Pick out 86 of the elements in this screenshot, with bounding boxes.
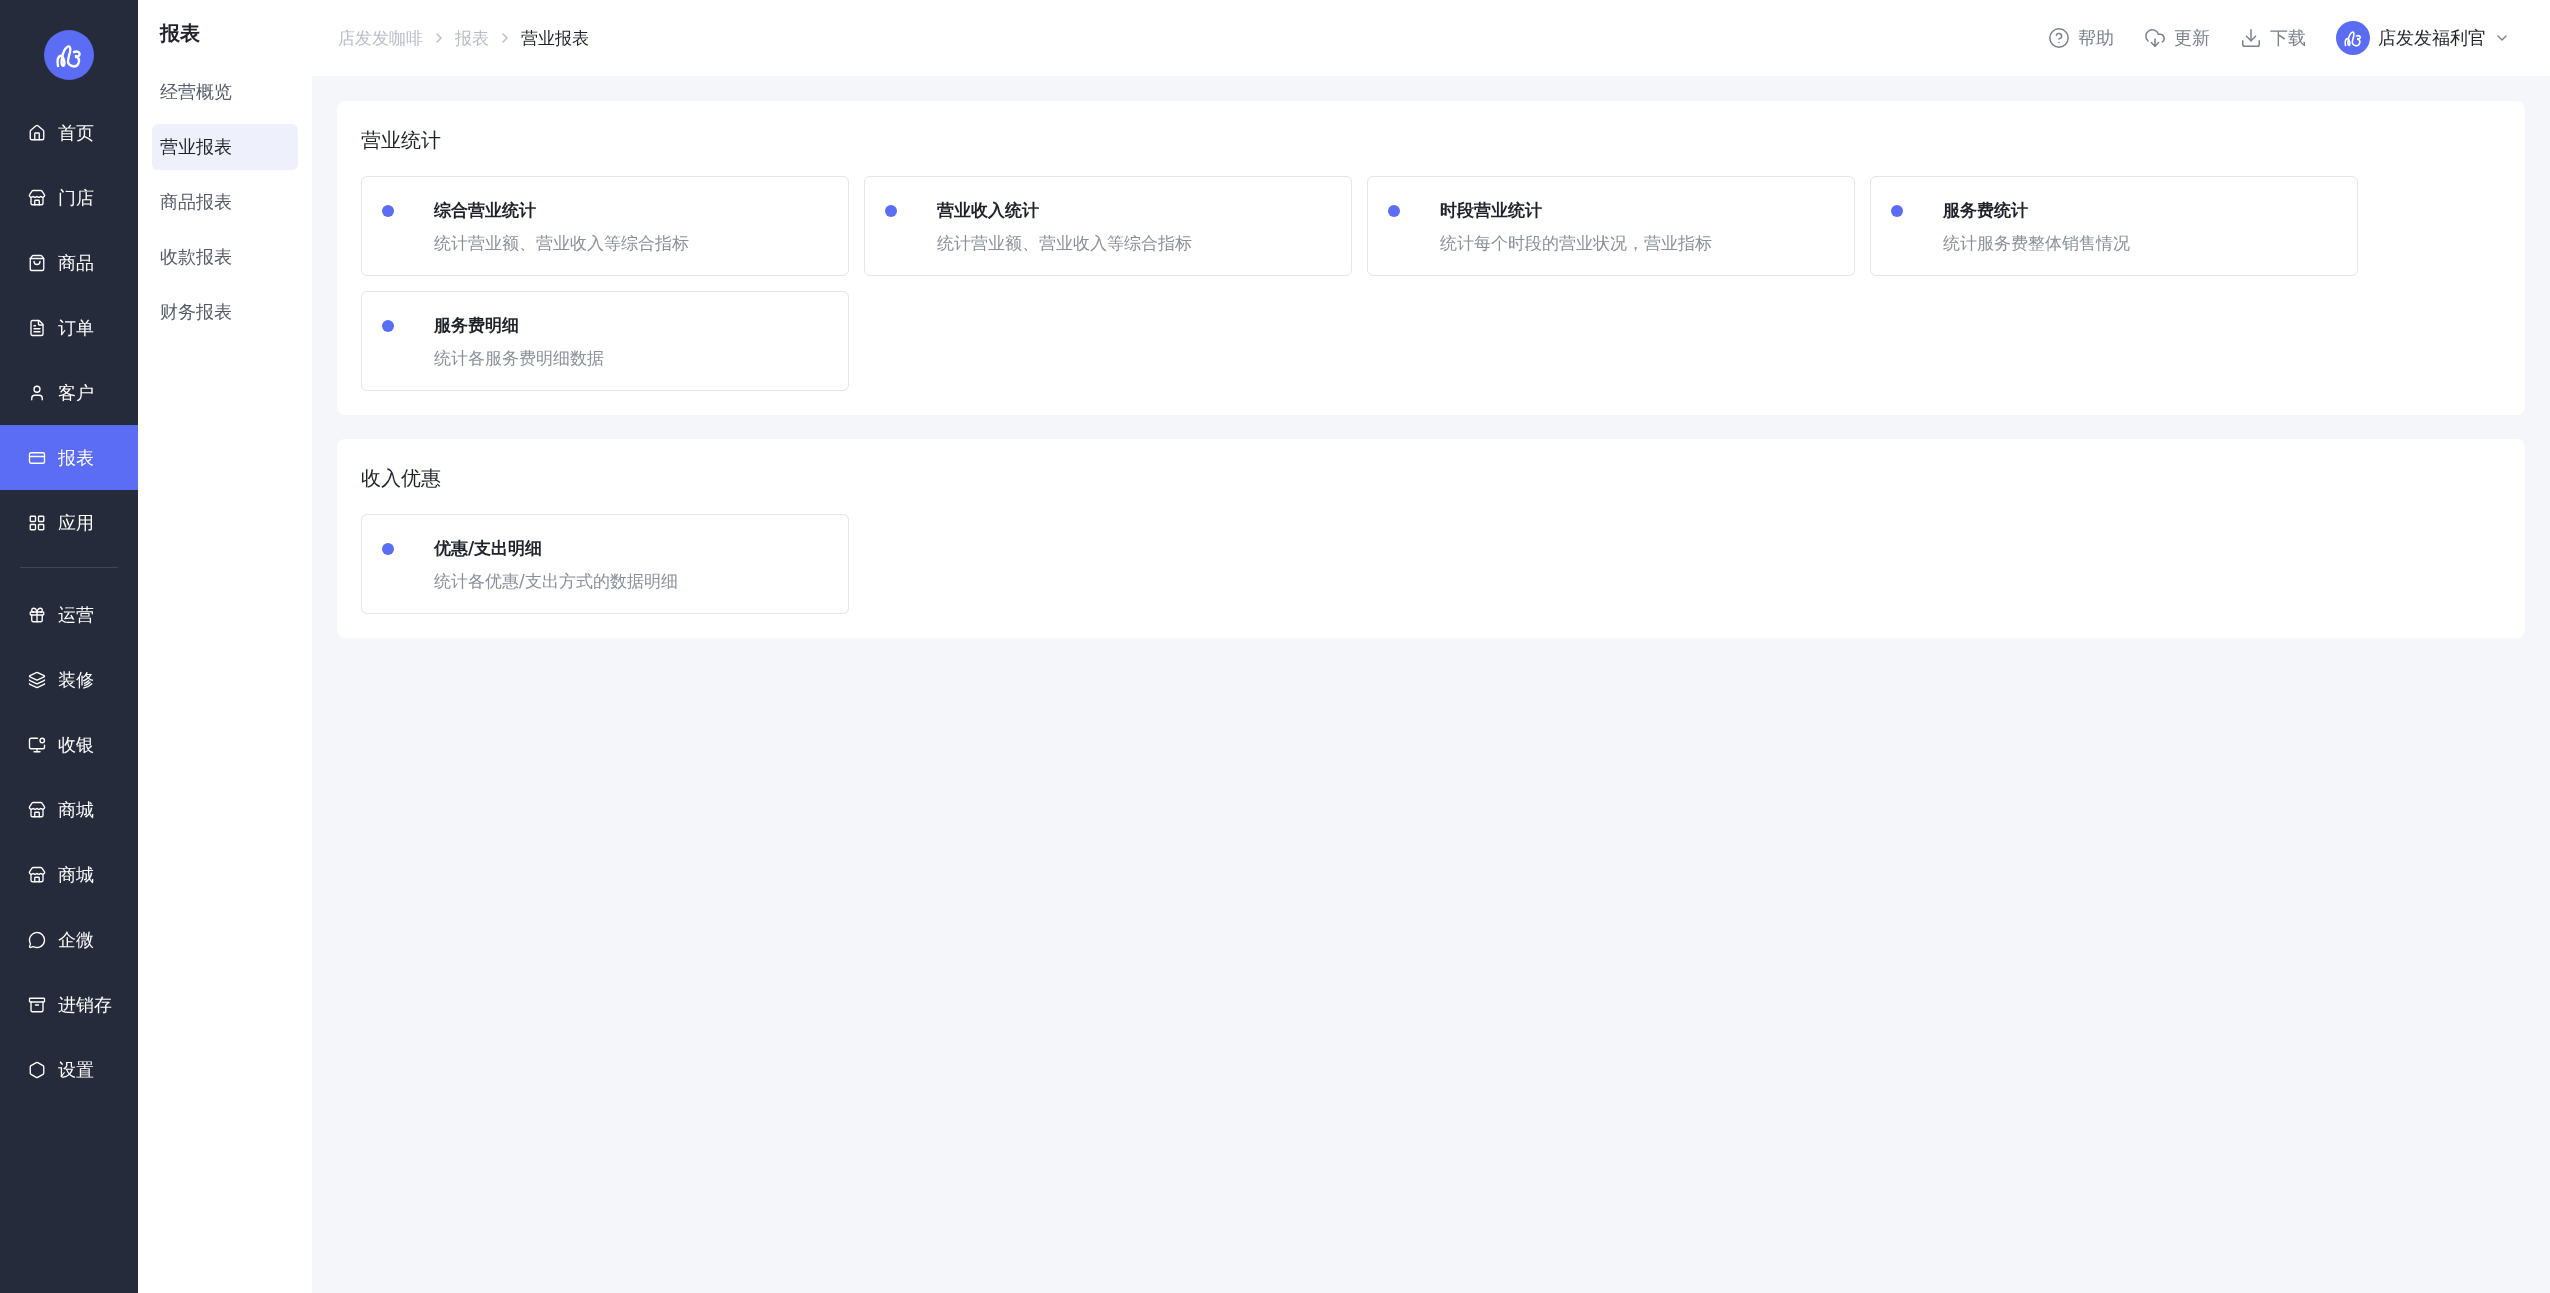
layers-icon xyxy=(28,670,46,689)
storefront-icon xyxy=(28,800,46,819)
sub-nav-item[interactable]: 财务报表 xyxy=(152,289,298,335)
breadcrumb-item: 营业报表 xyxy=(521,26,589,50)
report-card[interactable]: 营业收入统计 统计营业额、营业收入等综合指标 xyxy=(864,176,1352,276)
nav-label: 收银 xyxy=(58,732,94,757)
nav-item[interactable]: 商品 xyxy=(0,230,138,295)
card-title: 优惠/支出明细 xyxy=(434,537,544,560)
home-icon xyxy=(28,123,46,142)
card-description: 统计各优惠/支出方式的数据明细 xyxy=(434,570,679,593)
nav-item[interactable]: 商城 xyxy=(0,842,138,907)
nav-label: 进销存 xyxy=(58,992,112,1017)
sub-nav-item[interactable]: 营业报表 xyxy=(152,124,298,170)
sub-nav-item[interactable]: 经营概览 xyxy=(152,69,298,115)
bullet-dot xyxy=(382,542,394,555)
card-title: 时段营业统计 xyxy=(1440,199,1543,222)
report-card[interactable]: 服务费统计 统计服务费整体销售情况 xyxy=(1870,176,2358,276)
nav-label: 应用 xyxy=(58,510,94,535)
document-icon xyxy=(28,318,46,337)
archive-icon xyxy=(28,995,46,1014)
user-menu[interactable]: 店发发福利官 xyxy=(2336,21,2510,55)
nav-label: 报表 xyxy=(58,445,94,470)
bullet-dot xyxy=(1388,204,1400,217)
section-title: 营业统计 xyxy=(361,127,442,154)
nav-label: 企微 xyxy=(58,927,94,952)
nav-label: 客户 xyxy=(58,380,94,405)
grid-icon xyxy=(28,513,46,532)
download-icon xyxy=(2240,27,2262,49)
nav-item[interactable]: 商城 xyxy=(0,777,138,842)
card-title: 营业收入统计 xyxy=(937,199,1040,222)
gift-icon xyxy=(28,605,46,624)
bullet-dot xyxy=(1891,204,1903,217)
nav-item[interactable]: 首页 xyxy=(0,100,138,165)
nav-label: 运营 xyxy=(58,602,94,627)
card-title: 服务费统计 xyxy=(1943,199,2029,222)
user-icon xyxy=(28,383,46,402)
card-title: 综合营业统计 xyxy=(434,199,537,222)
nav-label: 订单 xyxy=(58,315,94,340)
nav-item[interactable]: 应用 xyxy=(0,490,138,555)
cloud-download-icon xyxy=(2144,27,2166,49)
shopping-bag-icon xyxy=(28,253,46,272)
card-description: 统计营业额、营业收入等综合指标 xyxy=(937,232,1193,255)
help-icon xyxy=(2048,27,2070,49)
nav-item[interactable]: 运营 xyxy=(0,582,138,647)
logo-icon xyxy=(44,30,94,80)
nav-item[interactable]: 设置 xyxy=(0,1037,138,1102)
nav-item[interactable]: 订单 xyxy=(0,295,138,360)
bullet-dot xyxy=(382,204,394,217)
nav-label: 装修 xyxy=(58,667,94,692)
sub-nav-item[interactable]: 商品报表 xyxy=(152,179,298,225)
storefront-icon xyxy=(28,865,46,884)
report-card[interactable]: 优惠/支出明细 统计各优惠/支出方式的数据明细 xyxy=(361,514,849,614)
sub-nav-title: 报表 xyxy=(158,20,201,47)
card-title: 服务费明细 xyxy=(434,314,520,337)
nav-item[interactable]: 报表 xyxy=(0,425,138,490)
nav-item[interactable]: 企微 xyxy=(0,907,138,972)
card-description: 统计营业额、营业收入等综合指标 xyxy=(434,232,690,255)
monitor-icon xyxy=(28,735,46,754)
settings-icon xyxy=(28,1060,46,1079)
nav-label: 商品 xyxy=(58,250,94,275)
nav-label: 商城 xyxy=(58,862,94,887)
section-title: 收入优惠 xyxy=(361,465,442,492)
header-action[interactable]: 更新 xyxy=(2144,26,2210,50)
card-description: 统计服务费整体销售情况 xyxy=(1943,232,2131,255)
nav-label: 商城 xyxy=(58,797,94,822)
report-card[interactable]: 综合营业统计 统计营业额、营业收入等综合指标 xyxy=(361,176,849,276)
header-action[interactable]: 帮助 xyxy=(2048,26,2114,50)
avatar-icon xyxy=(2336,21,2370,55)
nav-label: 首页 xyxy=(58,120,94,145)
nav-item[interactable]: 客户 xyxy=(0,360,138,425)
nav-label: 门店 xyxy=(58,185,94,210)
card-description: 统计各服务费明细数据 xyxy=(434,347,605,370)
nav-label: 设置 xyxy=(58,1057,94,1082)
sub-nav-item[interactable]: 收款报表 xyxy=(152,234,298,280)
chat-bubble-icon xyxy=(28,930,46,949)
nav-item[interactable]: 收银 xyxy=(0,712,138,777)
card-description: 统计每个时段的营业状况，营业指标 xyxy=(1440,232,1713,255)
report-card[interactable]: 时段营业统计 统计每个时段的营业状况，营业指标 xyxy=(1367,176,1855,276)
bullet-dot xyxy=(382,319,394,332)
nav-item[interactable]: 进销存 xyxy=(0,972,138,1037)
report-card[interactable]: 服务费明细 统计各服务费明细数据 xyxy=(361,291,849,391)
storefront-icon xyxy=(28,188,46,207)
bullet-dot xyxy=(885,204,897,217)
nav-item[interactable]: 装修 xyxy=(0,647,138,712)
nav-item[interactable]: 门店 xyxy=(0,165,138,230)
header-action[interactable]: 下载 xyxy=(2240,26,2306,50)
